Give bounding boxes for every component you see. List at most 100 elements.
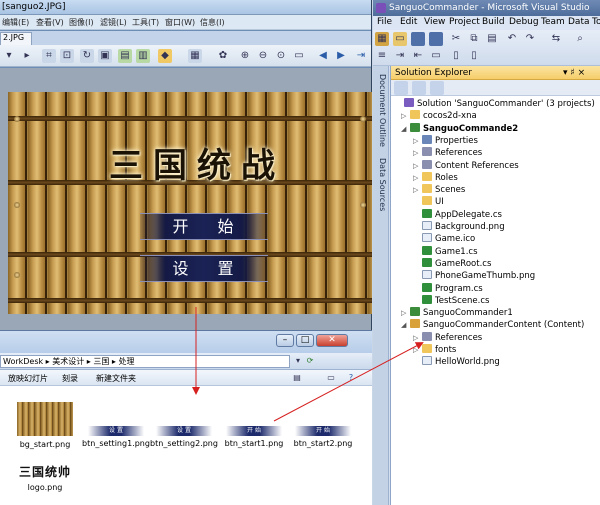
save-icon[interactable] <box>411 32 425 46</box>
help-icon[interactable]: ? <box>344 371 358 385</box>
bookmark-icon[interactable]: ▯ <box>449 49 463 63</box>
expand-arrow-icon[interactable]: ▷ <box>413 332 422 344</box>
viewer-menu-info[interactable]: 信息(I) <box>200 17 225 28</box>
file-item[interactable]: 设 置 btn_setting1.png <box>80 402 152 464</box>
vs-menu-team[interactable]: Team <box>541 17 565 27</box>
view-options-icon[interactable]: ▤ <box>290 371 304 385</box>
panel-options-icon[interactable]: ▾ ♯ × <box>563 68 585 78</box>
crop-icon[interactable]: ⌗ <box>42 49 56 63</box>
resize-icon[interactable]: ⊡ <box>60 49 74 63</box>
zoom-out-icon[interactable]: ⊖ <box>256 49 270 63</box>
show-all-files-icon[interactable] <box>412 81 426 95</box>
vs-menu-edit[interactable]: Edit <box>400 17 417 27</box>
tree-node[interactable]: ▷ cocos2d-xna <box>401 110 477 122</box>
image-icon[interactable]: ▤ <box>118 49 132 63</box>
forward-icon[interactable]: ▶ <box>334 49 348 63</box>
expand-arrow-icon[interactable]: ◢ <box>401 123 410 135</box>
tree-node[interactable]: ▷ SanguoCommander1 <box>401 307 513 319</box>
undo-icon[interactable]: ↶ <box>505 32 519 46</box>
viewer-menu-tools[interactable]: 工具(T) <box>132 17 159 28</box>
minimize-button[interactable]: – <box>276 334 294 347</box>
close-button[interactable]: ✕ <box>316 334 348 347</box>
paste-icon[interactable]: ▤ <box>485 32 499 46</box>
preview-pane-icon[interactable]: ▭ <box>324 371 338 385</box>
tree-node[interactable]: AppDelegate.cs <box>413 208 502 221</box>
palette-icon[interactable]: ◆ <box>158 49 172 63</box>
expand-arrow-icon[interactable]: ▷ <box>401 307 410 319</box>
tree-node[interactable]: ◢ SanguoCommanderContent (Content) <box>401 319 584 331</box>
document-outline-tab[interactable]: Document Outline <box>375 74 387 147</box>
effect-icon[interactable]: ✿ <box>216 49 230 63</box>
comment-icon[interactable]: ▭ <box>429 49 443 63</box>
slideshow-button[interactable]: 放映幻灯片 <box>8 373 48 384</box>
file-item[interactable]: 设 置 btn_setting2.png <box>148 402 220 464</box>
tree-node[interactable]: ▷ Roles <box>413 171 458 184</box>
vs-menu-tools[interactable]: To <box>592 17 600 27</box>
expand-arrow-icon[interactable]: ▷ <box>413 160 422 172</box>
cut-icon[interactable]: ✂ <box>449 32 463 46</box>
zoom-in-icon[interactable]: ⊕ <box>238 49 252 63</box>
viewer-menu-view[interactable]: 查看(V) <box>36 17 64 28</box>
vs-menu-project[interactable]: Project <box>449 17 480 27</box>
tree-node[interactable]: ◢ SanguoCommande2 <box>401 122 518 135</box>
expand-arrow-icon[interactable]: ▷ <box>401 110 410 122</box>
tree-node[interactable]: Game.ico <box>413 233 475 245</box>
burn-button[interactable]: 刻录 <box>62 373 78 384</box>
tree-node[interactable]: Solution 'SanguoCommander' (3 projects) <box>395 98 595 110</box>
refresh-icon[interactable] <box>430 81 444 95</box>
fullscreen-icon[interactable]: ▭ <box>292 49 306 63</box>
viewer-menu-filter[interactable]: 滤镜(L) <box>100 17 127 28</box>
vs-menu-build[interactable]: Build <box>482 17 505 27</box>
file-item[interactable]: bg_start.png <box>9 402 81 452</box>
game-settings-button[interactable]: 设 置 <box>140 255 268 282</box>
expand-arrow-icon[interactable]: ◢ <box>401 319 410 331</box>
tree-node[interactable]: Background.png <box>413 221 505 233</box>
bookmark-next-icon[interactable]: ▯ <box>467 49 481 63</box>
address-path[interactable]: WorkDesk ▸ 美术设计 ▸ 三国 ▸ 处理 <box>0 355 290 368</box>
rotate-icon[interactable]: ↻ <box>80 49 94 63</box>
arrow-down-icon[interactable]: ▾ <box>2 49 16 63</box>
game-start-button[interactable]: 开 始 <box>140 213 268 240</box>
tree-node[interactable]: ▷ fonts <box>413 344 456 356</box>
expand-arrow-icon[interactable]: ▷ <box>413 172 422 184</box>
tree-node[interactable]: ▷ Properties <box>413 134 478 147</box>
tree-node[interactable]: Game1.cs <box>413 245 478 258</box>
back-icon[interactable]: ◀ <box>316 49 330 63</box>
frame-icon[interactable]: ▣ <box>98 49 112 63</box>
indent-icon[interactable]: ⇥ <box>393 49 407 63</box>
save-all-icon[interactable] <box>429 32 443 46</box>
vs-menu-data[interactable]: Data <box>568 17 590 27</box>
viewer-tab-image[interactable]: 2.JPG <box>0 32 32 45</box>
next-icon[interactable]: ⇥ <box>354 49 368 63</box>
tree-node[interactable]: ▷ References <box>413 331 482 344</box>
tree-node[interactable]: GameRoot.cs <box>413 257 491 270</box>
viewer-menu-image[interactable]: 图像(I) <box>69 17 94 28</box>
format-icon[interactable]: ≡ <box>375 49 389 63</box>
file-item[interactable]: 三国统帅 logo.png <box>9 459 81 499</box>
tree-node[interactable]: HelloWorld.png <box>413 356 500 368</box>
copy-icon[interactable]: ⧉ <box>467 32 481 46</box>
vs-menu-view[interactable]: View <box>424 17 445 27</box>
find-icon[interactable]: ⌕ <box>573 32 587 46</box>
expand-arrow-icon[interactable]: ▷ <box>413 184 422 196</box>
expand-arrow-icon[interactable]: ▷ <box>413 344 422 356</box>
tree-node[interactable]: TestScene.cs <box>413 294 489 307</box>
arrow-icon[interactable]: ▸ <box>20 49 34 63</box>
new-folder-button[interactable]: 新建文件夹 <box>96 373 136 384</box>
navigate-icon[interactable]: ⇆ <box>549 32 563 46</box>
expand-arrow-icon[interactable]: ▷ <box>413 147 422 159</box>
new-project-icon[interactable]: ▦ <box>375 32 389 46</box>
vs-menu-file[interactable]: File <box>377 17 392 27</box>
viewer-menu-edit[interactable]: 编辑(E) <box>2 17 29 28</box>
refresh-icon[interactable]: ⟳ <box>303 354 317 368</box>
tree-node[interactable]: ▷ Scenes <box>413 184 465 196</box>
image-copy-icon[interactable]: ▥ <box>136 49 150 63</box>
tree-node[interactable]: PhoneGameThumb.png <box>413 270 535 282</box>
data-sources-tab[interactable]: Data Sources <box>375 158 387 211</box>
histogram-icon[interactable]: ▦ <box>188 49 202 63</box>
open-icon[interactable]: ▭ <box>393 32 407 46</box>
file-item[interactable]: 开 始 btn_start1.png <box>218 402 290 452</box>
tree-node[interactable]: UI <box>413 196 444 208</box>
properties-icon[interactable] <box>394 81 408 95</box>
tree-node[interactable]: ▷ References <box>413 147 482 159</box>
